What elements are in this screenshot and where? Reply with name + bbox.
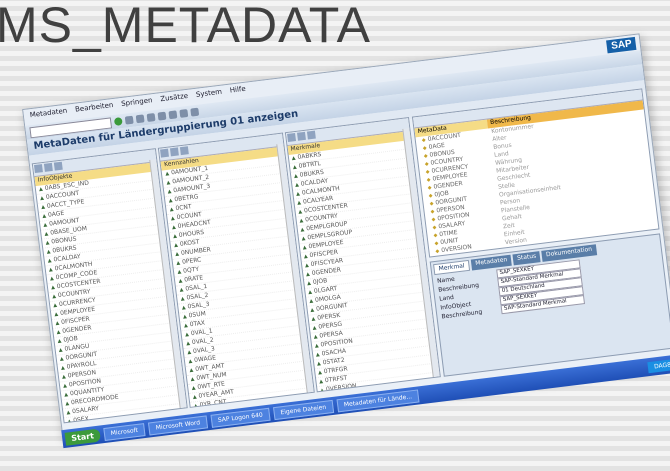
toolbar-icon[interactable]: [170, 147, 180, 157]
toolbar-icon[interactable]: [286, 133, 296, 143]
menu-item[interactable]: Hilfe: [229, 85, 246, 99]
list-panes: InfoObjekte0ABS_ESC_IND0ACCOUNT0ACCT_TYP…: [31, 117, 441, 424]
start-button[interactable]: Start: [64, 428, 101, 446]
sap-logo: SAP: [606, 36, 637, 54]
save-icon[interactable]: [124, 115, 134, 125]
find-icon[interactable]: [179, 109, 189, 118]
toolbar-icon[interactable]: [160, 148, 170, 158]
taskbar-item[interactable]: SAP Logon 640: [210, 407, 271, 428]
toolbar-icon[interactable]: [33, 164, 43, 174]
right-area: MetaData Beschreibung 0ACCOUNTKontonumme…: [411, 88, 670, 377]
detail-panel: Merkmal Metadaten Status Dokumentation Name…: [429, 233, 670, 377]
tab[interactable]: Status: [512, 251, 541, 266]
toolbar-icon[interactable]: [296, 131, 306, 141]
system-tray: DAG81: [647, 357, 670, 373]
toolbar-icon[interactable]: [53, 161, 63, 171]
menu-item[interactable]: System: [195, 88, 222, 103]
help-icon[interactable]: [190, 107, 200, 117]
taskbar-item[interactable]: Microsoft: [102, 422, 146, 441]
toolbar-icon[interactable]: [43, 162, 53, 172]
taskbar-item[interactable]: Eigene Dateien: [272, 399, 334, 420]
metadata-tree: MetaData Beschreibung 0ACCOUNTKontonumme…: [411, 88, 660, 258]
menu-item[interactable]: Springen: [121, 96, 154, 112]
toolbar-icon[interactable]: [306, 130, 316, 140]
taskbar-item[interactable]: Microsoft Word: [147, 414, 208, 435]
slide-title: MS_METADATA: [0, 0, 371, 53]
exit-icon[interactable]: [146, 113, 156, 122]
cancel-icon[interactable]: [157, 111, 167, 121]
toolbar-icon[interactable]: [180, 146, 190, 156]
back-icon[interactable]: [135, 114, 145, 124]
menu-item[interactable]: Zusätze: [160, 92, 189, 107]
enter-icon[interactable]: [113, 117, 123, 126]
print-icon[interactable]: [168, 110, 178, 120]
